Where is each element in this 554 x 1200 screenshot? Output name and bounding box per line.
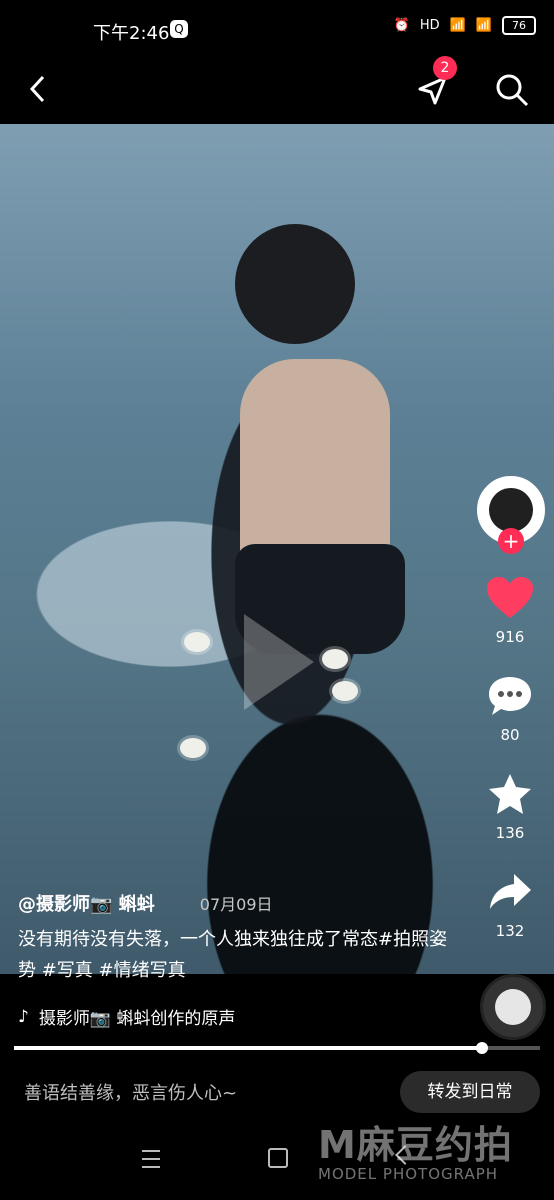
top-bar: 2 <box>0 56 554 124</box>
post-date: 07月09日 <box>199 895 273 914</box>
disc-cover <box>495 989 531 1025</box>
video-figure-head <box>235 224 355 344</box>
author-name[interactable]: @摄影师📷 蝌蚪 <box>18 894 155 915</box>
battery-icon: 76 <box>502 16 536 35</box>
share-icon <box>490 874 531 909</box>
notification-badge: 2 <box>433 56 457 80</box>
home-icon[interactable] <box>268 1148 288 1168</box>
qq-icon: Q <box>170 20 188 38</box>
status-right: ⏰ HD 📶 📶 76 <box>394 16 536 35</box>
back-icon[interactable] <box>22 72 56 106</box>
video-caption: @摄影师📷 蝌蚪 07月09日 没有期待没有失落，一个人独来独往成了常态#拍照姿… <box>18 890 448 986</box>
favorite-count: 136 <box>495 824 525 842</box>
music-disc[interactable] <box>480 974 546 1040</box>
alarm-icon: ⏰ <box>393 18 410 33</box>
like-count: 916 <box>495 628 525 646</box>
avatar-photo <box>489 488 533 532</box>
watermark-subtitle: MODEL PHOTOGRAPH <box>318 1165 499 1183</box>
flower-decoration <box>332 681 358 701</box>
comment-count: 80 <box>500 726 520 744</box>
forward-button[interactable]: 转发到日常 <box>400 1071 540 1113</box>
status-time: 下午2:46 <box>93 23 170 44</box>
status-bar: 下午2:46 Q ⏰ HD 📶 📶 76 <box>0 0 554 62</box>
comment-icon <box>489 677 531 715</box>
comment-action[interactable]: 80 <box>474 674 546 744</box>
like-action[interactable]: 916 <box>474 576 546 646</box>
comment-input[interactable]: 善语结善缘，恶言伤人心~ <box>24 1079 237 1105</box>
music-row[interactable]: ♪ 摄影师📷 蝌蚪创作的原声 <box>18 1004 236 1030</box>
flower-decoration <box>184 632 210 652</box>
flower-decoration <box>180 738 206 758</box>
menu-icon[interactable] <box>142 1150 160 1168</box>
music-title[interactable]: 摄影师📷 蝌蚪创作的原声 <box>39 1004 236 1029</box>
play-icon[interactable] <box>244 614 314 710</box>
share-action[interactable]: 132 <box>474 870 546 940</box>
wifi-icon: 📶 <box>475 18 492 33</box>
watermark-title: M麻豆约拍 <box>318 1123 513 1167</box>
flower-decoration <box>322 649 348 669</box>
heart-icon <box>487 577 533 618</box>
network-label: HD <box>419 18 440 33</box>
tiktok-icon: ♪ <box>18 1006 29 1027</box>
signal-icon: 📶 <box>449 18 466 33</box>
search-icon[interactable] <box>492 70 532 110</box>
video-player[interactable] <box>0 124 554 974</box>
star-icon <box>489 774 531 814</box>
follow-button[interactable]: + <box>498 528 524 554</box>
video-progress[interactable] <box>14 1042 540 1054</box>
favorite-action[interactable]: 136 <box>474 772 546 842</box>
watermark: M麻豆约拍 MODEL PHOTOGRAPH <box>318 1114 513 1183</box>
caption-text[interactable]: 没有期待没有失落，一个人独来独往成了常态#拍照姿势 #写真 #情绪写真 <box>18 924 448 986</box>
share-count: 132 <box>495 922 525 940</box>
progress-fill <box>14 1046 483 1050</box>
progress-knob[interactable] <box>476 1042 489 1054</box>
